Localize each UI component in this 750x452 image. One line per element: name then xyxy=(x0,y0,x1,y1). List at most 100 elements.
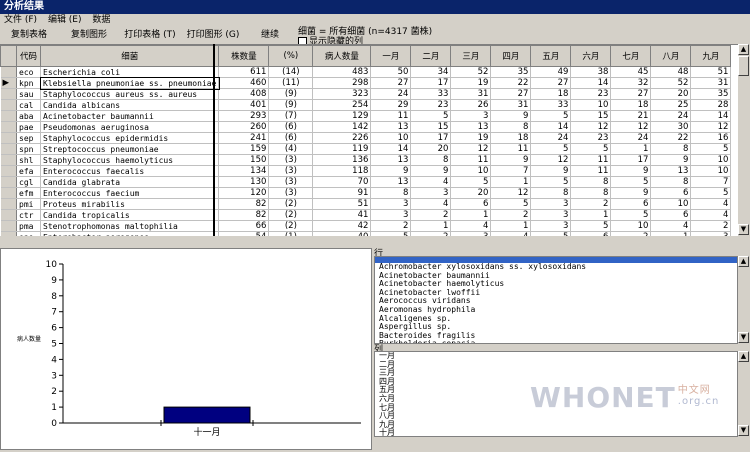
column-header[interactable]: 代码 xyxy=(16,45,41,67)
month-list-item[interactable]: 一月 xyxy=(377,352,737,361)
rows-list[interactable]: Achromobacter xylosoxidans ss. xylosoxid… xyxy=(374,256,738,344)
value-cell[interactable]: 611 xyxy=(218,66,270,78)
column-header[interactable]: 二月 xyxy=(410,45,452,67)
value-cell[interactable]: 5 xyxy=(530,143,572,155)
value-cell[interactable]: 12 xyxy=(690,121,732,133)
value-cell[interactable]: 11 xyxy=(370,110,412,122)
value-cell[interactable]: 2 xyxy=(370,220,412,232)
value-cell[interactable]: 5 xyxy=(410,110,452,122)
value-cell[interactable]: 4 xyxy=(690,209,732,221)
value-cell[interactable]: 9 xyxy=(370,165,412,177)
organism-name-cell[interactable]: Pseudomonas aeruginosa xyxy=(40,121,220,133)
value-cell[interactable]: 9 xyxy=(530,165,572,177)
row-selector[interactable] xyxy=(0,121,17,133)
organism-name-cell[interactable]: Escherichia coli xyxy=(40,66,220,78)
value-cell[interactable]: 134 xyxy=(218,165,270,177)
value-cell[interactable]: 8 xyxy=(410,154,452,166)
table-row[interactable]: spn Streptococcus pneumoniae 159 (4) 119 14 20… xyxy=(0,143,732,155)
scroll-down-icon[interactable]: ▼ xyxy=(738,425,749,436)
table-row[interactable]: cal Candida albicans 401 (9) 254 29 23 26 31 33 10… xyxy=(0,99,732,111)
value-cell[interactable]: 51 xyxy=(312,198,372,210)
table-row[interactable]: pma Stenotrophomonas maltophilia 66 (2) 42 2 1… xyxy=(0,220,732,232)
value-cell[interactable]: (3) xyxy=(268,165,314,177)
row-selector[interactable] xyxy=(0,66,17,78)
value-cell[interactable]: 82 xyxy=(218,198,270,210)
value-cell[interactable]: 2 xyxy=(570,198,612,210)
value-cell[interactable]: 5 xyxy=(570,220,612,232)
organism-code-cell[interactable]: efa xyxy=(16,165,41,177)
organism-code-cell[interactable]: aba xyxy=(16,110,41,122)
column-header[interactable]: 一月 xyxy=(370,45,412,67)
value-cell[interactable]: 1 xyxy=(570,209,612,221)
value-cell[interactable]: 13 xyxy=(370,154,412,166)
value-cell[interactable]: 35 xyxy=(490,66,532,78)
columns-list-scrollbar[interactable]: ▲ ▼ xyxy=(738,351,750,437)
value-cell[interactable]: 14 xyxy=(370,143,412,155)
value-cell[interactable]: 10 xyxy=(610,220,652,232)
value-cell[interactable]: (6) xyxy=(268,132,314,144)
row-selector[interactable] xyxy=(0,165,17,177)
value-cell[interactable]: 28 xyxy=(690,99,732,111)
organism-name-cell[interactable]: Candida albicans xyxy=(40,99,220,111)
column-header[interactable]: 株数量 xyxy=(218,45,270,67)
organism-code-cell[interactable]: sau xyxy=(16,88,41,100)
column-header[interactable]: 六月 xyxy=(570,45,612,67)
value-cell[interactable]: 27 xyxy=(530,77,572,89)
menu-file[interactable]: 文件 (F) xyxy=(0,14,41,27)
value-cell[interactable]: 2 xyxy=(690,220,732,232)
value-cell[interactable]: 19 xyxy=(450,132,492,144)
value-cell[interactable]: 3 xyxy=(530,209,572,221)
value-cell[interactable]: 9 xyxy=(490,154,532,166)
value-cell[interactable]: 23 xyxy=(570,132,612,144)
value-cell[interactable]: 13 xyxy=(370,176,412,188)
value-cell[interactable]: 12 xyxy=(570,121,612,133)
value-cell[interactable]: 7 xyxy=(490,165,532,177)
value-cell[interactable]: 6 xyxy=(610,198,652,210)
value-cell[interactable]: 22 xyxy=(650,132,692,144)
value-cell[interactable]: 24 xyxy=(370,88,412,100)
table-row[interactable]: ctr Candida tropicalis 82 (2) 41 3 2 1 2 3 1 5 6 4 xyxy=(0,209,732,221)
value-cell[interactable]: (3) xyxy=(268,176,314,188)
value-cell[interactable]: 460 xyxy=(218,77,270,89)
scroll-down-icon[interactable]: ▼ xyxy=(738,224,749,235)
table-row[interactable]: pmi Proteus mirabilis 82 (2) 51 3 4 6 5 3 2 6 10 4 xyxy=(0,198,732,210)
value-cell[interactable]: 15 xyxy=(410,121,452,133)
menu-edit[interactable]: 编辑 (E) xyxy=(44,14,86,27)
value-cell[interactable]: 52 xyxy=(650,77,692,89)
value-cell[interactable]: 82 xyxy=(218,209,270,221)
value-cell[interactable]: 16 xyxy=(690,132,732,144)
organism-code-cell[interactable]: pae xyxy=(16,121,41,133)
organism-name-cell[interactable]: Stenotrophomonas maltophilia xyxy=(40,220,220,232)
scroll-up-icon[interactable]: ▲ xyxy=(738,44,749,55)
value-cell[interactable]: 34 xyxy=(410,66,452,78)
value-cell[interactable]: 13 xyxy=(450,121,492,133)
row-selector[interactable] xyxy=(0,143,17,155)
value-cell[interactable]: 17 xyxy=(610,154,652,166)
value-cell[interactable]: 483 xyxy=(312,66,372,78)
value-cell[interactable]: 18 xyxy=(490,132,532,144)
value-cell[interactable]: 323 xyxy=(312,88,372,100)
value-cell[interactable]: 260 xyxy=(218,121,270,133)
value-cell[interactable]: 401 xyxy=(218,99,270,111)
value-cell[interactable]: 23 xyxy=(410,99,452,111)
value-cell[interactable]: 8 xyxy=(650,143,692,155)
value-cell[interactable]: 8 xyxy=(370,187,412,199)
table-row[interactable]: efa Enterococcus faecalis 134 (3) 118 9 9 10 7 9 1… xyxy=(0,165,732,177)
value-cell[interactable]: 2 xyxy=(490,209,532,221)
value-cell[interactable]: 3 xyxy=(370,209,412,221)
organism-name-cell[interactable]: Enterococcus faecium xyxy=(40,187,220,199)
table-vertical-scrollbar[interactable]: ▲ ▼ xyxy=(738,44,750,236)
menu-data[interactable]: 数据 xyxy=(88,14,114,27)
value-cell[interactable]: 11 xyxy=(450,154,492,166)
value-cell[interactable]: 38 xyxy=(570,66,612,78)
value-cell[interactable]: 20 xyxy=(450,187,492,199)
value-cell[interactable]: 9 xyxy=(650,154,692,166)
value-cell[interactable]: 5 xyxy=(690,187,732,199)
value-cell[interactable]: 49 xyxy=(530,66,572,78)
organism-name-cell[interactable]: Streptococcus pneumoniae xyxy=(40,143,220,155)
value-cell[interactable]: 48 xyxy=(650,66,692,78)
value-cell[interactable]: 136 xyxy=(312,154,372,166)
print-chart-button[interactable]: 打印图形 (G) xyxy=(183,28,243,42)
value-cell[interactable]: 5 xyxy=(610,176,652,188)
row-selector[interactable] xyxy=(0,187,17,199)
